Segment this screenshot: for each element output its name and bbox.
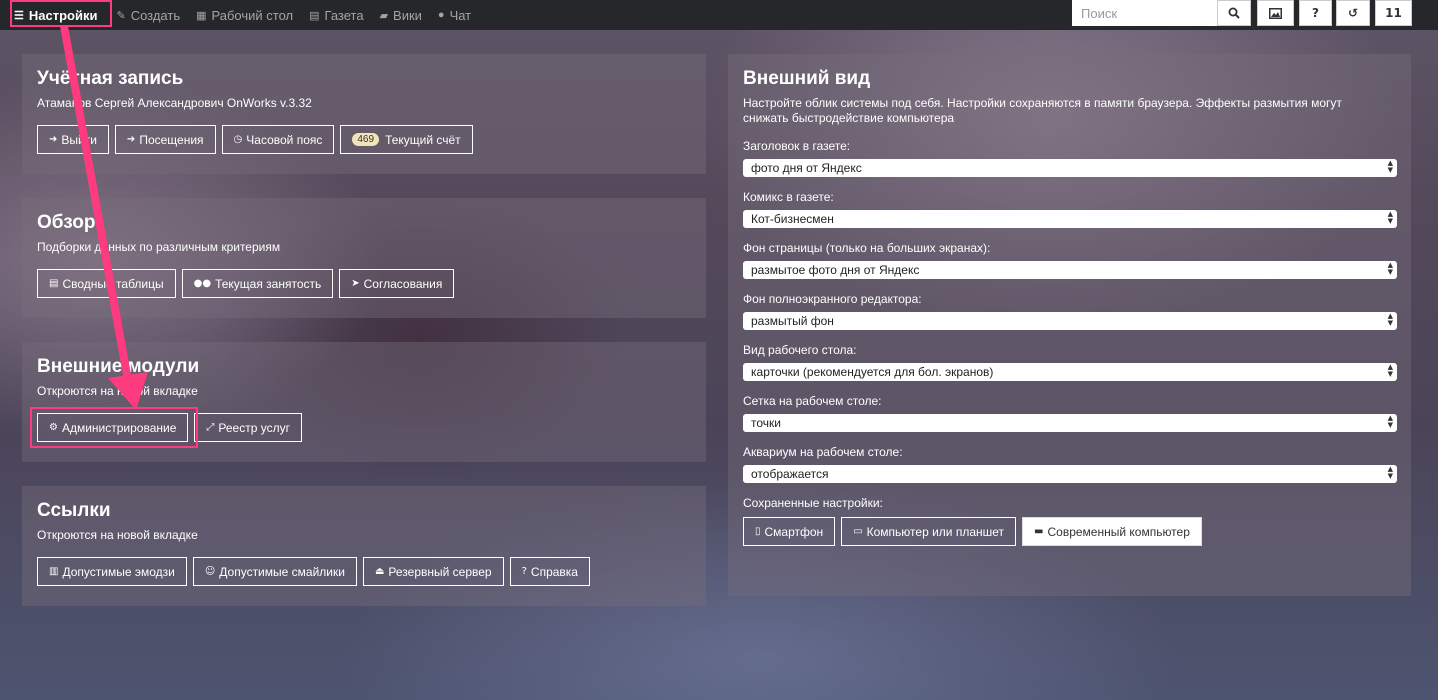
annotation-arrow bbox=[60, 26, 148, 410]
